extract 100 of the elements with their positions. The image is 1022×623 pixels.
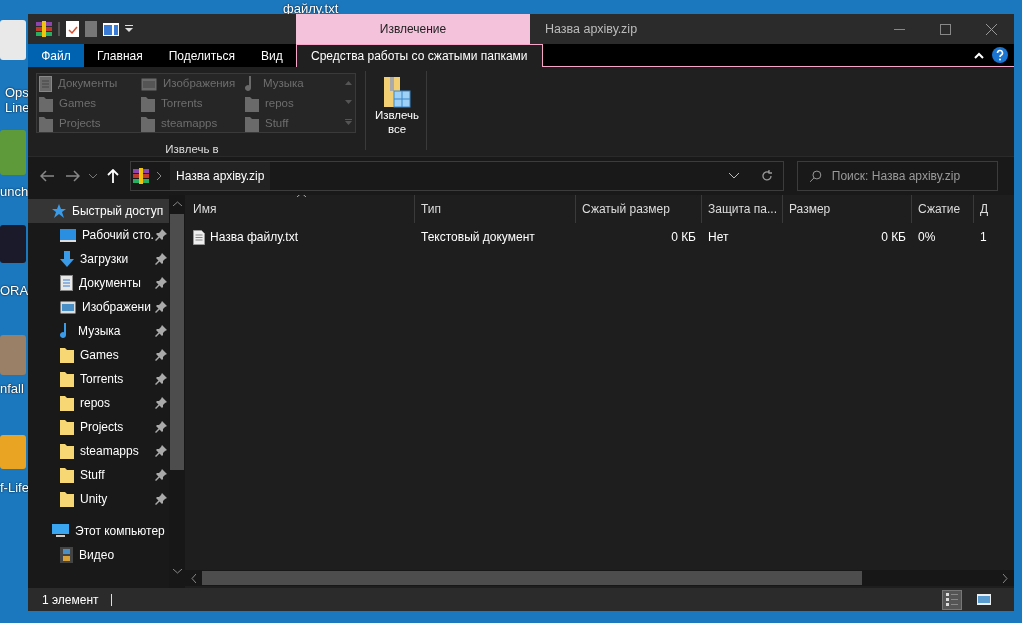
forward-arrow-icon	[66, 170, 80, 182]
column-header[interactable]: Д	[974, 195, 1014, 223]
checked-document-icon[interactable]	[66, 21, 79, 37]
scroll-down-icon[interactable]	[344, 100, 352, 104]
divider-bar-icon	[110, 593, 112, 606]
search-box[interactable]: Поиск: Назва архіву.zip	[797, 161, 998, 191]
nav-item[interactable]: Загрузки	[28, 247, 169, 271]
folder-icon	[60, 443, 74, 459]
folder-icon	[39, 96, 53, 112]
zip-folder-icon	[382, 75, 412, 109]
collapse-ribbon-icon[interactable]	[974, 51, 984, 59]
nav-item[interactable]: Games	[28, 343, 169, 367]
desktop-icon-label[interactable]: f-Life	[0, 481, 29, 494]
scroll-down-icon[interactable]	[172, 569, 182, 574]
folder-icon	[245, 96, 259, 112]
column-header[interactable]: Тип	[415, 195, 576, 223]
archive-icon	[133, 168, 149, 184]
folder-icon	[39, 116, 53, 132]
table-cell-text: 0%	[917, 229, 937, 246]
scroll-up-icon[interactable]	[172, 201, 182, 206]
details-view-button[interactable]	[942, 589, 962, 610]
column-header[interactable]: Защита па...	[702, 195, 783, 223]
picture-icon	[60, 300, 76, 314]
scroll-up-icon[interactable]	[344, 81, 352, 86]
status-text: 1 элемент	[42, 591, 99, 609]
table-cell-text: Нет	[707, 229, 730, 246]
divider-bar-icon	[58, 22, 60, 36]
folder-icon	[60, 371, 74, 387]
nav-item[interactable]: Этот компьютер	[28, 519, 169, 543]
column-header[interactable]: Сжатие	[912, 195, 974, 223]
nav-item[interactable]: Stuff	[28, 463, 169, 487]
table-cell-text: 0 КБ	[670, 229, 697, 246]
star-icon	[52, 204, 66, 218]
contextual-tab-header: Извлечение	[296, 14, 530, 44]
scroll-right-icon[interactable]	[1003, 573, 1008, 583]
text-file-icon	[193, 229, 205, 245]
ribbon-tab[interactable]: Файл	[28, 44, 84, 67]
close-icon[interactable]	[985, 23, 997, 35]
scrollbar-thumb[interactable]	[170, 214, 184, 470]
caret-icon	[89, 173, 97, 179]
refresh-icon[interactable]	[761, 170, 773, 182]
extract-all-button[interactable]: Извлечь все	[368, 75, 426, 156]
dropdown-icon[interactable]	[729, 173, 739, 179]
desktop-icon-label[interactable]: ORA	[0, 284, 29, 297]
back-arrow-icon	[40, 170, 54, 182]
column-header[interactable]: Сжатый размер	[576, 195, 702, 223]
nav-item[interactable]: Projects	[28, 415, 169, 439]
nav-item[interactable]: Быстрый доступ	[28, 199, 169, 223]
ribbon-tab[interactable]: Поделиться	[155, 44, 248, 67]
nav-item[interactable]: steamapps	[28, 439, 169, 463]
ribbon-tab[interactable]: Средства работы со сжатыми папками	[296, 44, 543, 67]
window-title: Назва архіву.zip	[545, 20, 638, 38]
nav-item[interactable]: Рабочий сто.	[28, 223, 169, 247]
folder-icon	[60, 491, 74, 507]
folder-icon	[60, 395, 74, 411]
up-arrow-icon	[107, 169, 119, 183]
archive-icon	[36, 21, 52, 37]
folder-icon	[60, 419, 74, 435]
desktop-icon-label[interactable]: Line	[5, 101, 30, 114]
expand-gallery-icon[interactable]	[344, 118, 352, 125]
nav-item[interactable]: Музыка	[28, 319, 169, 343]
nav-item[interactable]: Torrents	[28, 367, 169, 391]
nav-item[interactable]: Видео	[28, 543, 169, 567]
nav-item[interactable]: repos	[28, 391, 169, 415]
dropdown-icon[interactable]	[125, 25, 133, 33]
table-cell-text: 1	[979, 229, 988, 246]
nav-item[interactable]: Изображени	[28, 295, 169, 319]
table-cell: Назва файлу.txt	[187, 228, 415, 246]
maximize-icon[interactable]	[939, 23, 951, 35]
nav-item[interactable]: Документы	[28, 271, 169, 295]
search-icon	[810, 170, 822, 182]
column-header[interactable]: Имя	[187, 195, 415, 223]
monitor-icon	[52, 524, 69, 538]
ribbon-tab[interactable]: Вид	[247, 44, 296, 67]
table-cell-text: 0 КБ	[880, 229, 907, 246]
ribbon-tab[interactable]: Главная	[84, 44, 156, 67]
folder-icon	[141, 96, 155, 112]
desktop-icon-label[interactable]: файлу.txt	[283, 2, 339, 15]
document-icon	[39, 76, 52, 92]
scroll-left-icon[interactable]	[191, 573, 196, 583]
minimize-icon[interactable]	[893, 28, 905, 30]
table-cell-text: Текстовый документ	[420, 229, 536, 246]
scrollbar-thumb[interactable]	[202, 571, 862, 585]
breadcrumb[interactable]: Назва архіву.zip	[170, 162, 271, 190]
document-icon	[60, 275, 73, 291]
panes-icon[interactable]	[103, 22, 119, 36]
address-bar[interactable]: Назва архіву.zip	[130, 161, 784, 191]
help-icon[interactable]	[992, 47, 1008, 63]
search-field[interactable]: Поиск: Назва архіву.zip	[831, 163, 997, 189]
desktop-icon-label[interactable]: nfall	[0, 382, 24, 395]
folder-icon	[245, 116, 259, 132]
group-label: Извлечь в	[165, 142, 219, 157]
folder-icon	[141, 116, 155, 132]
chevron-icon	[157, 172, 162, 180]
download-arrow-icon	[60, 251, 74, 267]
desktop-icon-label[interactable]: unch	[0, 185, 29, 198]
nav-item[interactable]: Unity	[28, 487, 169, 511]
column-header[interactable]: Размер	[783, 195, 912, 223]
folder-icon	[60, 467, 74, 483]
desktop-icon-label[interactable]: Ops	[5, 86, 29, 99]
